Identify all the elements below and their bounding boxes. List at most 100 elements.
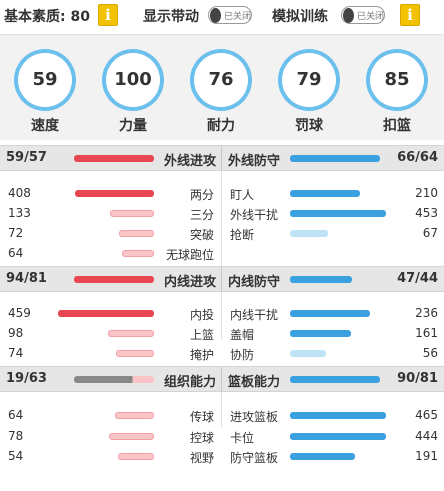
stat-name: 协防 bbox=[230, 348, 255, 362]
stat-row: 54 视野 防守篮板 191 bbox=[0, 446, 444, 466]
toggle-knob bbox=[210, 7, 221, 23]
stat-name: 进攻篮板 bbox=[230, 410, 279, 424]
circle-label: 力量 bbox=[119, 118, 147, 134]
stat-row: 133 三分 外线干扰 453 bbox=[0, 203, 444, 223]
right-header-bar bbox=[290, 376, 380, 383]
stat-bar bbox=[115, 412, 154, 419]
stat-bar bbox=[290, 310, 370, 317]
circle-label: 速度 bbox=[31, 118, 59, 134]
stat-name: 视野 bbox=[189, 451, 214, 465]
ring-gauge: 100 bbox=[102, 49, 164, 111]
stat-row: 64 无球跑位 bbox=[0, 243, 444, 263]
stat-value: 64 bbox=[8, 408, 24, 422]
stat-bar bbox=[290, 230, 328, 237]
stat-row: 408 两分 盯人 210 bbox=[0, 183, 444, 203]
stat-value: 133 bbox=[8, 206, 31, 220]
stat-value: 408 bbox=[8, 186, 31, 200]
stat-row: 98 上篮 盖帽 161 bbox=[0, 323, 444, 343]
stat-value: 64 bbox=[8, 246, 24, 260]
toggle-knob bbox=[343, 7, 354, 23]
section-header-outside: 59/57 外线进攻 外线防守 66/64 bbox=[0, 145, 444, 171]
stat-name: 上篮 bbox=[189, 328, 214, 342]
stat-row: 64 传球 进攻篮板 465 bbox=[0, 405, 444, 425]
circle-stamina: 76 耐力 bbox=[189, 49, 253, 135]
info-icon[interactable]: i bbox=[400, 4, 420, 26]
left-title: 内线进攻 bbox=[163, 275, 216, 290]
stat-bar bbox=[75, 190, 154, 197]
stat-value: 236 bbox=[415, 306, 438, 320]
right-score: 90/81 bbox=[397, 371, 438, 386]
circle-speed: 59 速度 bbox=[13, 49, 77, 135]
stat-bar bbox=[119, 230, 154, 237]
sim-training-label: 模拟训练 bbox=[272, 9, 328, 25]
sim-training-toggle[interactable]: 已关闭 bbox=[341, 6, 385, 24]
left-title: 组织能力 bbox=[163, 375, 216, 390]
attribute-circles: 59 速度 100 力量 76 耐力 79 罚球 85 扣篮 bbox=[0, 34, 444, 140]
left-header-bar bbox=[74, 155, 154, 162]
stat-value: 67 bbox=[422, 226, 438, 240]
stat-value: 74 bbox=[8, 346, 24, 360]
section-header-playmaking: 19/63 组织能力 篮板能力 90/81 bbox=[0, 366, 444, 392]
stat-row: 74 掩护 协防 56 bbox=[0, 343, 444, 363]
stat-bar bbox=[290, 330, 351, 337]
right-score: 47/44 bbox=[397, 271, 438, 286]
stat-name: 掩护 bbox=[189, 348, 214, 362]
left-header-bar bbox=[74, 376, 154, 383]
circle-free-throw: 79 罚球 bbox=[277, 49, 341, 135]
circle-label: 耐力 bbox=[207, 118, 235, 134]
stat-bar bbox=[110, 210, 154, 217]
stat-name: 抢断 bbox=[230, 228, 255, 242]
stat-value: 453 bbox=[415, 206, 438, 220]
right-score: 66/64 bbox=[397, 150, 438, 165]
stat-bar bbox=[290, 453, 355, 460]
top-bar: 基本素质: 80 i 显示带动 已关闭 模拟训练 已关闭 i bbox=[0, 0, 444, 30]
stat-name: 两分 bbox=[189, 188, 214, 202]
right-header-bar bbox=[290, 276, 352, 283]
circle-strength: 100 力量 bbox=[101, 49, 165, 135]
stat-name: 外线干扰 bbox=[230, 208, 279, 222]
stat-name: 防守篮板 bbox=[230, 451, 279, 465]
stat-name: 盖帽 bbox=[230, 328, 255, 342]
stat-bar bbox=[122, 250, 154, 257]
stat-value: 444 bbox=[415, 429, 438, 443]
stat-row: 459 内投 内线干扰 236 bbox=[0, 303, 444, 323]
circle-label: 扣篮 bbox=[383, 118, 411, 134]
left-score: 59/57 bbox=[6, 150, 47, 165]
divider bbox=[221, 146, 222, 170]
right-title: 篮板能力 bbox=[228, 375, 281, 390]
left-title: 外线进攻 bbox=[163, 154, 216, 169]
stat-bar bbox=[290, 412, 386, 419]
toggle-state: 已关闭 bbox=[223, 11, 251, 22]
toggle-state: 已关闭 bbox=[356, 11, 384, 22]
stat-name: 控球 bbox=[189, 431, 214, 445]
left-score: 19/63 bbox=[6, 371, 47, 386]
stat-value: 465 bbox=[415, 408, 438, 422]
stat-bar bbox=[109, 433, 154, 440]
ring-gauge: 85 bbox=[366, 49, 428, 111]
base-quality-label: 基本素质: 80 bbox=[4, 9, 90, 25]
stat-value: 54 bbox=[8, 449, 24, 463]
stat-value: 72 bbox=[8, 226, 24, 240]
ring-gauge: 59 bbox=[14, 49, 76, 111]
stat-bar bbox=[290, 210, 386, 217]
right-title: 外线防守 bbox=[228, 154, 281, 169]
divider bbox=[221, 267, 222, 291]
stat-bar bbox=[118, 453, 154, 460]
circle-label: 罚球 bbox=[295, 118, 323, 134]
stat-row: 72 突破 抢断 67 bbox=[0, 223, 444, 243]
stat-value: 459 bbox=[8, 306, 31, 320]
info-icon[interactable]: i bbox=[98, 4, 118, 26]
stat-name: 卡位 bbox=[230, 431, 255, 445]
stat-name: 突破 bbox=[189, 228, 214, 242]
stat-name: 盯人 bbox=[230, 188, 255, 202]
show-dribble-label: 显示带动 bbox=[143, 9, 199, 25]
show-dribble-toggle[interactable]: 已关闭 bbox=[208, 6, 252, 24]
stat-bar bbox=[290, 350, 326, 357]
stat-value: 56 bbox=[422, 346, 438, 360]
left-score: 94/81 bbox=[6, 271, 47, 286]
stat-value: 210 bbox=[415, 186, 438, 200]
stat-value: 78 bbox=[8, 429, 24, 443]
stat-name: 三分 bbox=[189, 208, 214, 222]
right-header-bar bbox=[290, 155, 380, 162]
section-header-inside: 94/81 内线进攻 内线防守 47/44 bbox=[0, 266, 444, 292]
